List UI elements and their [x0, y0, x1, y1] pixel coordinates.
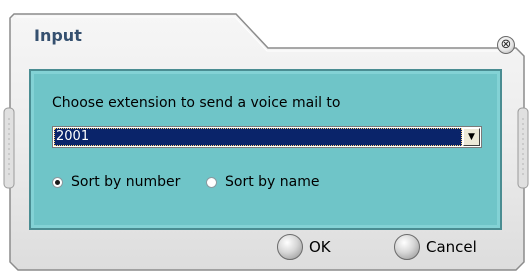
cancel-orb-icon — [394, 234, 420, 260]
radio-dot-selected-icon — [52, 176, 63, 188]
prompt-label: Choose extension to send a voice mail to — [52, 95, 341, 111]
cancel-button-label: Cancel — [426, 238, 477, 256]
radio-dot-icon — [206, 176, 217, 188]
chevron-down-icon[interactable]: ▼ — [463, 128, 480, 146]
ok-button-label: OK — [309, 238, 331, 256]
ok-button[interactable]: OK — [277, 234, 331, 260]
close-icon[interactable]: ⊗ — [497, 36, 515, 54]
sort-by-name-label: Sort by name — [225, 174, 320, 190]
input-dialog: Input ⊗ Choose extension to send a voice… — [0, 0, 532, 276]
cancel-button[interactable]: Cancel — [394, 234, 477, 260]
sort-by-number-label: Sort by number — [71, 174, 181, 190]
ok-orb-icon — [277, 234, 303, 260]
content-panel: Choose extension to send a voice mail to… — [29, 69, 502, 230]
sort-by-number-radio[interactable]: Sort by number — [52, 174, 180, 190]
extension-dropdown[interactable]: 2001 ▼ — [52, 126, 482, 148]
dialog-title: Input — [34, 26, 82, 45]
extension-dropdown-value: 2001 — [54, 128, 462, 146]
sort-by-name-radio[interactable]: Sort by name — [206, 174, 319, 190]
